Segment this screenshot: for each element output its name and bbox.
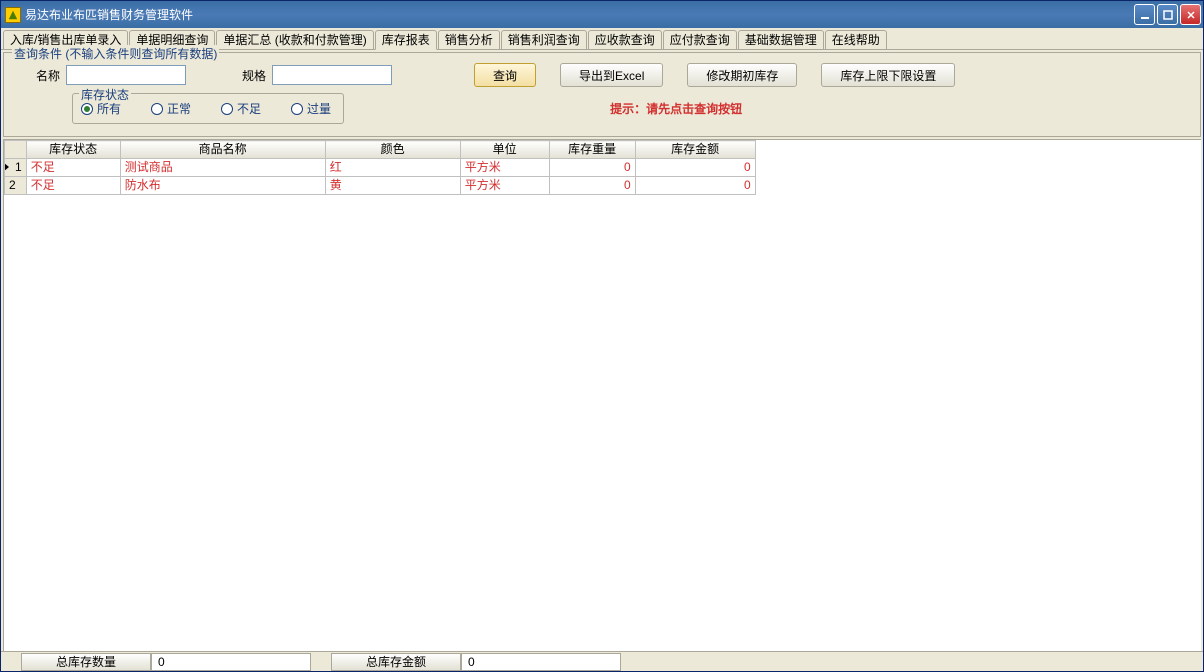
grid-cell: 测试商品	[120, 159, 325, 177]
grid-cell: 防水布	[120, 177, 325, 195]
grid-col-header[interactable]: 商品名称	[120, 141, 325, 159]
tab-8[interactable]: 基础数据管理	[738, 30, 824, 49]
filter-legend: 查询条件 (不输入条件则查询所有数据)	[12, 45, 219, 62]
tab-5[interactable]: 销售利润查询	[501, 30, 587, 49]
table-row[interactable]: 1不足测试商品红平方米00	[5, 159, 756, 177]
tab-2[interactable]: 单据汇总 (收款和付款管理)	[216, 30, 373, 49]
name-input[interactable]	[66, 65, 186, 85]
grid-col-header[interactable]: 库存状态	[26, 141, 120, 159]
table-row[interactable]: 2不足防水布黄平方米00	[5, 177, 756, 195]
grid-cell: 红	[325, 159, 460, 177]
window-title: 易达布业布匹销售财务管理软件	[25, 6, 1134, 23]
status-radio-2[interactable]: 不足	[221, 100, 261, 117]
row-number-cell: 1	[5, 159, 27, 177]
stock-status-legend: 库存状态	[79, 86, 131, 103]
minimize-button[interactable]	[1134, 4, 1155, 25]
stock-status-group: 库存状态 所有正常不足过量	[72, 93, 344, 124]
grid-col-header[interactable]: 库存重量	[549, 141, 635, 159]
tab-4[interactable]: 销售分析	[438, 30, 500, 49]
row-number-cell: 2	[5, 177, 27, 195]
spec-input[interactable]	[272, 65, 392, 85]
tab-7[interactable]: 应付款查询	[663, 30, 737, 49]
stock-grid: 库存状态商品名称颜色单位库存重量库存金额1不足测试商品红平方米002不足防水布黄…	[4, 140, 756, 195]
grid-cell: 0	[635, 177, 755, 195]
export-excel-button[interactable]: 导出到Excel	[560, 63, 663, 87]
query-button[interactable]: 查询	[474, 63, 536, 87]
app-icon	[5, 7, 21, 23]
grid-cell: 0	[635, 159, 755, 177]
total-amt-value: 0	[461, 653, 621, 671]
total-amt-label: 总库存金额	[331, 653, 461, 671]
grid-cell: 平方米	[460, 159, 549, 177]
tab-6[interactable]: 应收款查询	[588, 30, 662, 49]
tab-3[interactable]: 库存报表	[375, 30, 437, 50]
titlebar: 易达布业布匹销售财务管理软件	[1, 1, 1203, 28]
grid-cell: 不足	[26, 159, 120, 177]
total-qty-label: 总库存数量	[21, 653, 151, 671]
name-label: 名称	[12, 67, 60, 84]
grid-rownum-header	[5, 141, 27, 159]
statusbar: 总库存数量 0 总库存金额 0	[1, 651, 1203, 671]
grid-cell: 0	[549, 159, 635, 177]
row-pointer-icon	[5, 163, 10, 171]
close-button[interactable]	[1180, 4, 1201, 25]
status-radio-3[interactable]: 过量	[291, 100, 331, 117]
spec-label: 规格	[218, 67, 266, 84]
grid-area: 库存状态商品名称颜色单位库存重量库存金额1不足测试商品红平方米002不足防水布黄…	[3, 139, 1201, 651]
grid-cell: 0	[549, 177, 635, 195]
tab-9[interactable]: 在线帮助	[825, 30, 887, 49]
edit-initial-stock-button[interactable]: 修改期初库存	[687, 63, 797, 87]
grid-col-header[interactable]: 库存金额	[635, 141, 755, 159]
grid-col-header[interactable]: 颜色	[325, 141, 460, 159]
maximize-button[interactable]	[1157, 4, 1178, 25]
stock-limit-settings-button[interactable]: 库存上限下限设置	[821, 63, 955, 87]
grid-cell: 平方米	[460, 177, 549, 195]
filter-panel: 查询条件 (不输入条件则查询所有数据) 名称 规格 查询 导出到Excel 修改…	[3, 52, 1201, 137]
grid-cell: 黄	[325, 177, 460, 195]
hint-text: 提示：请先点击查询按钮	[610, 100, 742, 117]
grid-cell: 不足	[26, 177, 120, 195]
status-radio-1[interactable]: 正常	[151, 100, 191, 117]
grid-col-header[interactable]: 单位	[460, 141, 549, 159]
total-qty-value: 0	[151, 653, 311, 671]
